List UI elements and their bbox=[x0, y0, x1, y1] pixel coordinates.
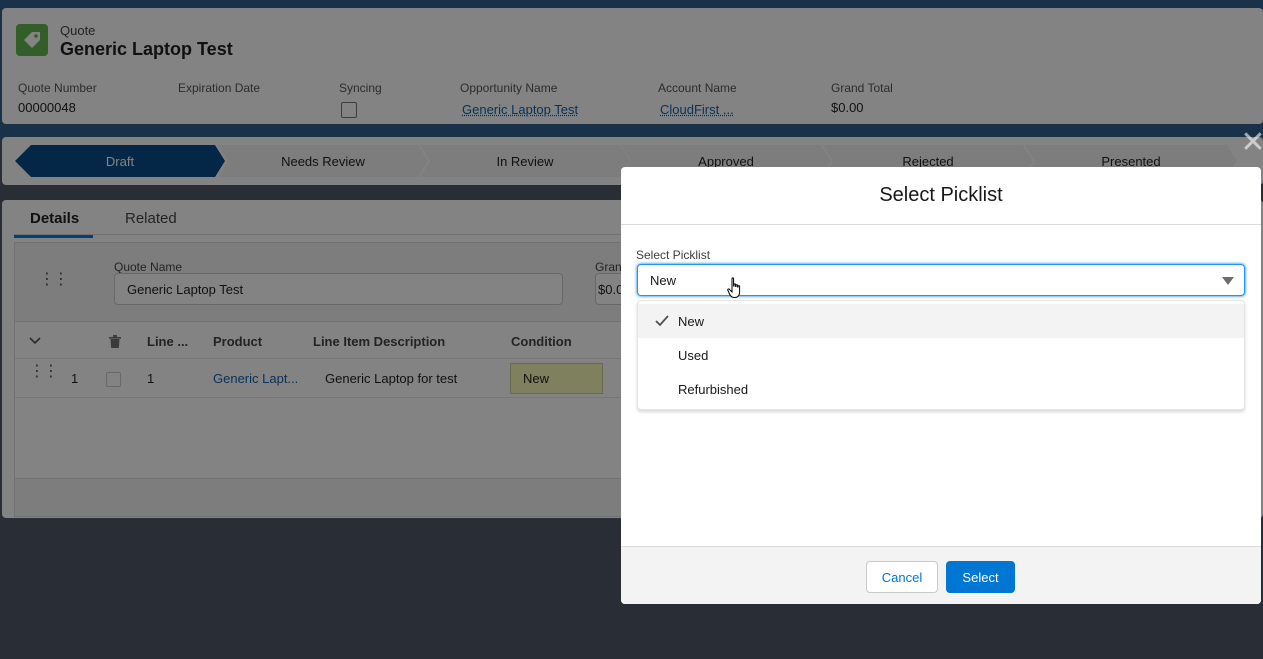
option-label: Refurbished bbox=[678, 382, 749, 397]
check-icon bbox=[655, 315, 669, 327]
picklist-selected-value: New bbox=[650, 273, 677, 288]
picklist-field-label: Select Picklist bbox=[636, 248, 711, 262]
select-picklist-modal: Select Picklist Select Picklist New New … bbox=[621, 167, 1261, 604]
picklist-listbox: New Used Refurbished bbox=[637, 300, 1245, 410]
option-used[interactable]: Used bbox=[638, 338, 1244, 372]
cancel-button[interactable]: Cancel bbox=[866, 561, 938, 593]
modal-footer: Cancel Select bbox=[621, 546, 1261, 604]
option-new[interactable]: New bbox=[638, 304, 1244, 338]
close-modal-icon[interactable]: ✕ bbox=[1238, 128, 1263, 158]
hand-cursor-icon bbox=[727, 277, 741, 298]
option-label: New bbox=[678, 314, 705, 329]
option-refurbished[interactable]: Refurbished bbox=[638, 372, 1244, 406]
select-button[interactable]: Select bbox=[946, 561, 1015, 593]
modal-title: Select Picklist bbox=[621, 167, 1261, 225]
option-label: Used bbox=[678, 348, 709, 363]
caret-down-icon[interactable] bbox=[1222, 277, 1234, 285]
